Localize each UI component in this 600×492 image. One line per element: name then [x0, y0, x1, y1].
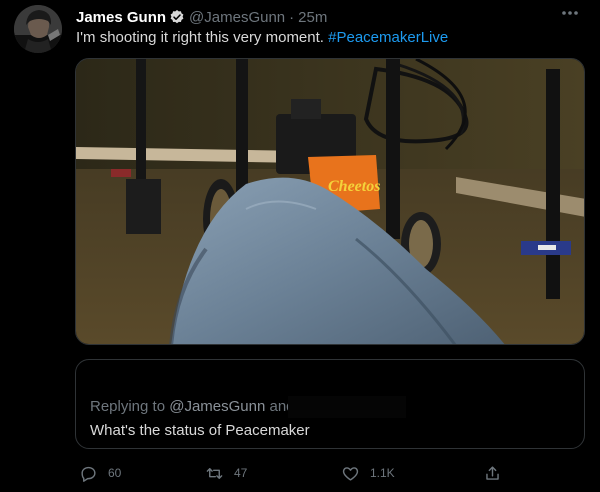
share-icon	[486, 465, 499, 480]
tweet[interactable]: James Gunn @JamesGunn · 25m I'm shooting…	[0, 0, 600, 492]
like-icon	[342, 466, 359, 481]
author-name[interactable]: James Gunn	[76, 9, 166, 26]
reply-button[interactable]: 60	[79, 462, 121, 484]
time-separator: ·	[289, 8, 295, 26]
retweet-button[interactable]: 47	[205, 462, 247, 484]
tweet-timestamp[interactable]: 25m	[298, 9, 327, 26]
like-button[interactable]: 1.1K	[341, 462, 395, 484]
media-photo: Cheetos	[76, 59, 584, 344]
avatar-image	[14, 5, 62, 53]
reply-count: 60	[108, 466, 122, 480]
action-bar: 60 47 1.1K	[75, 462, 585, 484]
replying-to-mention[interactable]: @JamesGunn	[169, 398, 265, 415]
reply-text: What's the status of Peacemaker	[90, 422, 310, 439]
redacted-area	[288, 396, 406, 418]
share-button[interactable]	[483, 462, 502, 484]
tweet-text-body: I'm shooting it right this very moment.	[76, 29, 324, 46]
more-icon[interactable]	[560, 6, 580, 22]
retweet-icon	[206, 467, 223, 479]
replying-to-prefix: Replying to	[90, 398, 166, 415]
retweet-count: 47	[234, 466, 248, 480]
tweet-header: James Gunn @JamesGunn · 25m	[76, 7, 327, 27]
reply-card[interactable]: Replying to @JamesGunn and What's the st…	[75, 359, 585, 449]
tweet-media-image[interactable]: Cheetos	[75, 58, 585, 345]
hashtag-link[interactable]: #PeacemakerLive	[328, 29, 448, 46]
reply-icon	[81, 466, 96, 482]
verified-badge-icon	[169, 9, 185, 25]
avatar[interactable]	[14, 5, 62, 53]
replying-to-line: Replying to @JamesGunn and	[90, 398, 295, 415]
tweet-text: I'm shooting it right this very moment. …	[76, 29, 448, 46]
author-handle[interactable]: @JamesGunn	[189, 9, 285, 26]
like-count: 1.1K	[370, 466, 395, 480]
bag-label: Cheetos	[328, 178, 380, 195]
